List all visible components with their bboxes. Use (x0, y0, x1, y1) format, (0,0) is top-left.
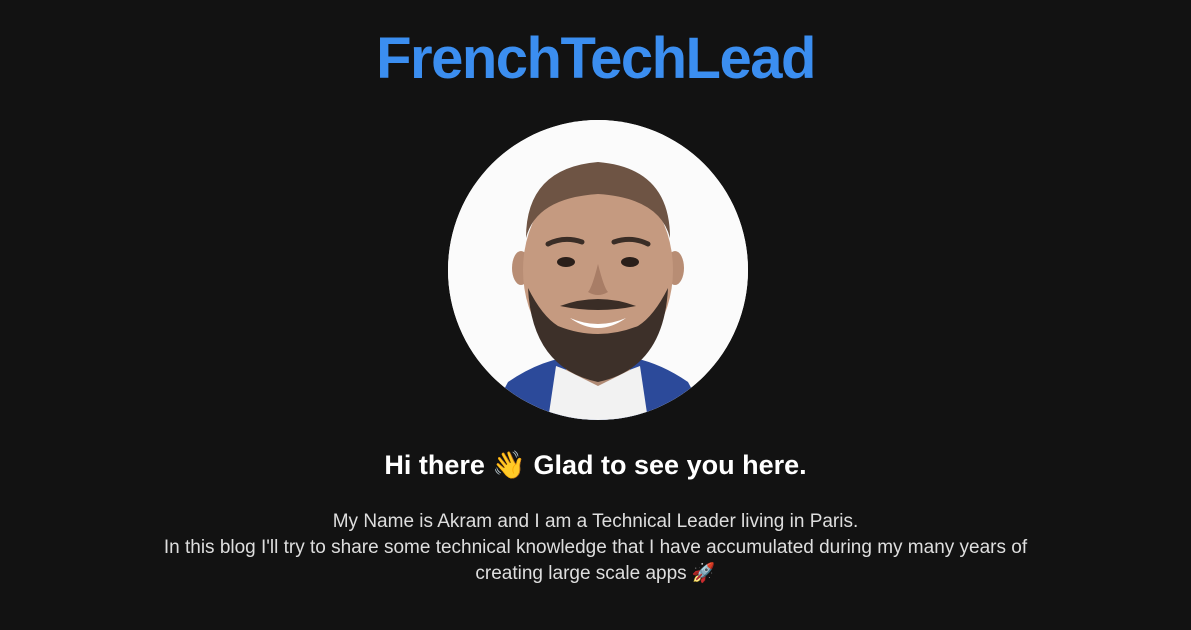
site-title-link[interactable]: FrenchTechLead (0, 26, 1191, 92)
greeting-heading: Hi there 👋 Glad to see you here. (384, 450, 807, 480)
profile-photo-icon (448, 120, 748, 420)
avatar (448, 120, 748, 420)
bio-line: In this blog I'll try to share some tech… (163, 537, 1028, 558)
home-page: FrenchTechLead Hi there 👋 Glad to see yo… (0, 0, 1191, 630)
bio-line: creating large scale apps 🚀 (475, 563, 716, 584)
bio-paragraph: My Name is Akram and I am a Technical Le… (0, 509, 1191, 587)
bio-line: My Name is Akram and I am a Technical Le… (332, 511, 859, 532)
